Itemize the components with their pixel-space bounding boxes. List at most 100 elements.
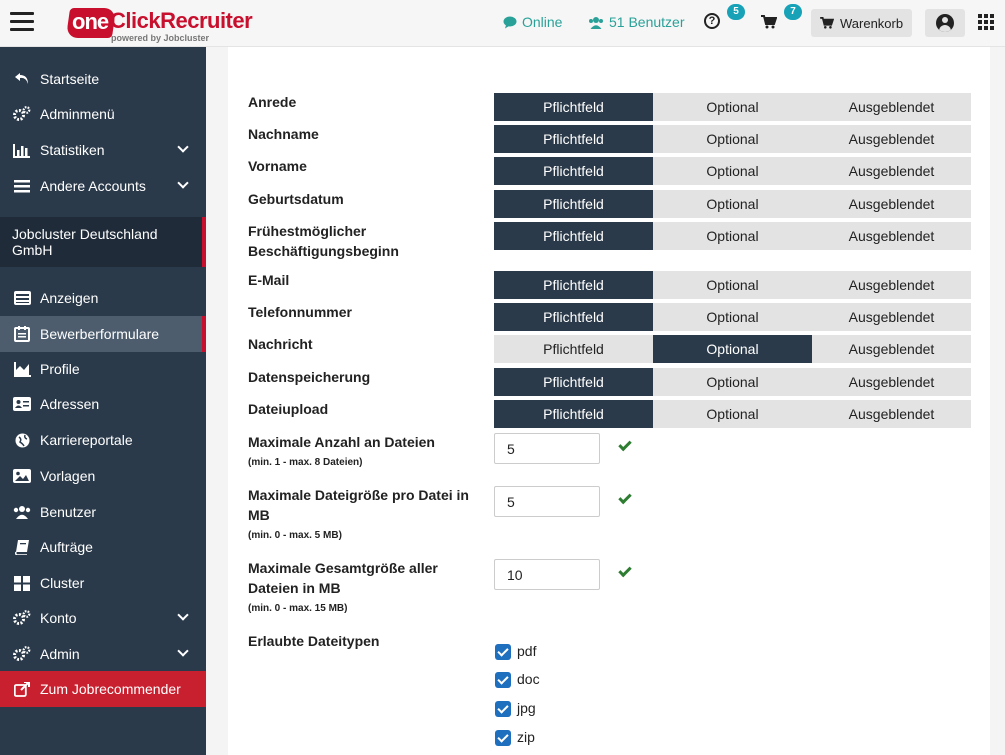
option-optional[interactable]: Optional xyxy=(653,400,812,428)
bars-icon xyxy=(12,178,32,194)
option-pflichtfeld[interactable]: Pflichtfeld xyxy=(494,93,653,121)
option-optional[interactable]: Optional xyxy=(653,125,812,153)
field-toggle-datenspeicherung[interactable]: Pflichtfeld Optional Ausgeblendet xyxy=(494,368,971,396)
option-ausgeblendet[interactable]: Ausgeblendet xyxy=(812,303,971,331)
option-ausgeblendet[interactable]: Ausgeblendet xyxy=(812,271,971,299)
option-optional[interactable]: Optional xyxy=(653,335,812,363)
globe-icon xyxy=(12,432,32,448)
online-status[interactable]: Online xyxy=(503,14,562,30)
option-ausgeblendet[interactable]: Ausgeblendet xyxy=(812,125,971,153)
apps-grid-icon[interactable] xyxy=(978,14,994,30)
option-optional[interactable]: Optional xyxy=(653,93,812,121)
sidebar-item-adressen[interactable]: Adressen xyxy=(0,386,206,422)
cart-icon[interactable] xyxy=(761,15,777,29)
sidebar-item-cluster[interactable]: Cluster xyxy=(0,565,206,601)
field-label-datenspeicherung: Datenspeicherung xyxy=(248,369,371,385)
sidebar-item-benutzer[interactable]: Benutzer xyxy=(0,494,206,530)
help-icon[interactable]: ? xyxy=(704,13,720,29)
option-ausgeblendet[interactable]: Ausgeblendet xyxy=(812,157,971,185)
area-chart-icon xyxy=(12,361,32,377)
limit-label-gesamtgroesse: Maximale Gesamtgröße aller Dateien in MB xyxy=(248,560,438,596)
option-pflichtfeld[interactable]: Pflichtfeld xyxy=(494,400,653,428)
filetype-label-doc: doc xyxy=(517,671,540,687)
max-files-input[interactable] xyxy=(494,433,600,464)
option-optional[interactable]: Optional xyxy=(653,222,812,250)
sidebar-item-label: Startseite xyxy=(40,71,100,87)
filetype-checkbox-doc[interactable] xyxy=(495,672,511,688)
warenkorb-label: Warenkorb xyxy=(840,15,904,31)
filetype-label-zip: zip xyxy=(517,729,535,745)
sidebar-item-karriereportale[interactable]: Karriereportale xyxy=(0,422,206,458)
sidebar-item-profile[interactable]: Profile xyxy=(0,351,206,387)
option-pflichtfeld[interactable]: Pflichtfeld xyxy=(494,125,653,153)
sidebar-item-label: Vorlagen xyxy=(40,468,96,484)
field-toggle-nachricht[interactable]: Pflichtfeld Optional Ausgeblendet xyxy=(494,335,971,363)
option-ausgeblendet[interactable]: Ausgeblendet xyxy=(812,222,971,250)
sidebar-item-label: Profile xyxy=(40,361,80,377)
field-toggle-beschaeftigungsbeginn[interactable]: Pflichtfeld Optional Ausgeblendet xyxy=(494,222,971,250)
top-bar: one ClickRecruiter powered by Jobcluster… xyxy=(0,0,1005,47)
filetype-checkbox-jpg[interactable] xyxy=(495,701,511,717)
option-ausgeblendet[interactable]: Ausgeblendet xyxy=(812,93,971,121)
option-pflichtfeld[interactable]: Pflichtfeld xyxy=(494,222,653,250)
sidebar-item-admin[interactable]: Admin xyxy=(0,636,206,672)
option-ausgeblendet[interactable]: Ausgeblendet xyxy=(812,335,971,363)
option-pflichtfeld[interactable]: Pflichtfeld xyxy=(494,190,653,218)
user-circle-icon xyxy=(936,14,954,32)
logo[interactable]: one ClickRecruiter powered by Jobcluster xyxy=(60,2,260,44)
option-optional[interactable]: Optional xyxy=(653,368,812,396)
option-optional[interactable]: Optional xyxy=(653,190,812,218)
max-total-size-input[interactable] xyxy=(494,559,600,590)
field-label-nachname: Nachname xyxy=(248,126,319,142)
field-toggle-nachname[interactable]: Pflichtfeld Optional Ausgeblendet xyxy=(494,125,971,153)
online-label: Online xyxy=(522,14,563,30)
menu-toggle-icon[interactable] xyxy=(10,12,34,34)
sidebar-item-andere-accounts[interactable]: Andere Accounts xyxy=(0,168,206,204)
company-name[interactable]: Jobcluster Deutschland GmbH xyxy=(0,217,206,267)
sidebar-item-konto[interactable]: Konto xyxy=(0,600,206,636)
sidebar-item-jobrecommender[interactable]: Zum Jobrecommender xyxy=(0,671,206,707)
option-optional[interactable]: Optional xyxy=(653,303,812,331)
filetype-checkbox-pdf[interactable] xyxy=(495,644,511,660)
max-file-size-input[interactable] xyxy=(494,486,600,517)
field-toggle-geburtsdatum[interactable]: Pflichtfeld Optional Ausgeblendet xyxy=(494,190,971,218)
user-menu-button[interactable] xyxy=(925,9,965,37)
gears-icon xyxy=(12,106,32,122)
sidebar-item-anzeigen[interactable]: Anzeigen xyxy=(0,280,206,316)
sidebar-item-label: Adminmenü xyxy=(40,106,115,122)
field-toggle-telefonnummer[interactable]: Pflichtfeld Optional Ausgeblendet xyxy=(494,303,971,331)
sidebar-item-startseite[interactable]: Startseite xyxy=(0,61,206,97)
field-toggle-email[interactable]: Pflichtfeld Optional Ausgeblendet xyxy=(494,271,971,299)
filetype-checkbox-zip[interactable] xyxy=(495,730,511,746)
option-optional[interactable]: Optional xyxy=(653,271,812,299)
sidebar-item-statistiken[interactable]: Statistiken xyxy=(0,132,206,168)
option-optional[interactable]: Optional xyxy=(653,157,812,185)
option-pflichtfeld[interactable]: Pflichtfeld xyxy=(494,335,653,363)
sidebar-item-adminmenue[interactable]: Adminmenü xyxy=(0,96,206,132)
option-pflichtfeld[interactable]: Pflichtfeld xyxy=(494,157,653,185)
gears-icon xyxy=(12,646,32,662)
sidebar-item-vorlagen[interactable]: Vorlagen xyxy=(0,458,206,494)
address-card-icon xyxy=(12,396,32,412)
option-pflichtfeld[interactable]: Pflichtfeld xyxy=(494,271,653,299)
sidebar-item-label: Anzeigen xyxy=(40,290,99,306)
sidebar-item-label: Karriereportale xyxy=(40,432,133,448)
option-pflichtfeld[interactable]: Pflichtfeld xyxy=(494,368,653,396)
option-ausgeblendet[interactable]: Ausgeblendet xyxy=(812,368,971,396)
option-ausgeblendet[interactable]: Ausgeblendet xyxy=(812,400,971,428)
field-toggle-dateiupload[interactable]: Pflichtfeld Optional Ausgeblendet xyxy=(494,400,971,428)
field-toggle-anrede[interactable]: Pflichtfeld Optional Ausgeblendet xyxy=(494,93,971,121)
option-pflichtfeld[interactable]: Pflichtfeld xyxy=(494,303,653,331)
chevron-down-icon xyxy=(177,141,189,153)
limit-hint-anzahl: (min. 1 - max. 8 Dateien) xyxy=(248,457,363,468)
chevron-down-icon xyxy=(177,609,189,621)
option-ausgeblendet[interactable]: Ausgeblendet xyxy=(812,190,971,218)
logo-name: ClickRecruiter xyxy=(110,8,253,33)
warenkorb-button[interactable]: Warenkorb xyxy=(811,9,912,37)
field-toggle-vorname[interactable]: Pflichtfeld Optional Ausgeblendet xyxy=(494,157,971,185)
sidebar-item-auftraege[interactable]: Aufträge xyxy=(0,529,206,565)
sidebar-item-bewerberformulare[interactable]: Bewerberformulare xyxy=(0,316,206,352)
sidebar-item-label: Adressen xyxy=(40,396,100,412)
users-count[interactable]: 51 Benutzer xyxy=(588,14,685,30)
filetype-label-pdf: pdf xyxy=(517,643,537,659)
